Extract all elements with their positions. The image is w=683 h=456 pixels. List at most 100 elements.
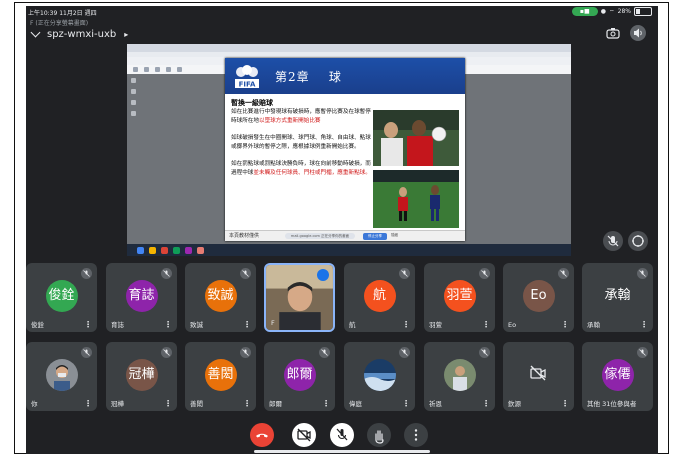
others-count-label: 其他 31位參與者	[587, 400, 637, 408]
participant-tile[interactable]: 欽源 ⋮	[503, 342, 574, 411]
svg-text:FIFA: FIFA	[239, 81, 256, 89]
mic-off-icon	[558, 268, 569, 279]
taskbar-icon	[173, 246, 180, 254]
participant-name: 育誌	[111, 321, 124, 329]
mic-off-icon	[240, 268, 251, 279]
avatar: 善閎	[204, 358, 237, 391]
slide-title: 第2章 球	[275, 70, 342, 84]
participant-tile[interactable]: 俊銓 俊銓 ⋮	[26, 263, 97, 332]
more-options-icon[interactable]: ⋮	[640, 321, 648, 329]
slide-paragraph: 如球破損發生在中圈開球、球門球、角球、自由球、點球或擲界外球的暫停之際，應根據球…	[231, 135, 371, 150]
toolbar-icon	[155, 67, 160, 72]
participant-tile[interactable]: 冠樺 冠樺 ⋮	[106, 342, 177, 411]
screen-share-view[interactable]: FIFA 第2章 球 暫換一級賠球 如在比賽進行中發現球有破損時，應暫停比賽及在…	[127, 44, 571, 256]
presenting-note: F (正在分享螢幕畫面)	[30, 20, 89, 27]
meeting-code[interactable]: spz-wmxi-uxb	[47, 29, 116, 40]
share-notice-bar: 本頁教材僅供 mail.google.com 正在分享你的畫面 停止分享 隱藏	[225, 230, 465, 241]
presenter-mute-icon	[603, 231, 623, 251]
participant-name: 欽源	[508, 400, 521, 408]
participant-tile[interactable]: 致誠 致誠 ⋮	[185, 263, 256, 332]
more-options-icon[interactable]: ⋮	[243, 400, 251, 408]
taskbar-icon	[137, 246, 144, 254]
taskbar-icon	[149, 246, 156, 254]
shared-taskbar	[127, 244, 571, 256]
avatar: 郎爾	[283, 358, 316, 391]
referee-photo	[373, 110, 459, 166]
more-options-icon[interactable]: ⋮	[482, 321, 490, 329]
participant-tile[interactable]: 善閎 善閎 ⋮	[185, 342, 256, 411]
participant-tile[interactable]: 郎爾 郎爾 ⋮	[264, 342, 335, 411]
toolbar-icon	[177, 67, 182, 72]
avatar: 致誠	[204, 279, 237, 312]
participant-tile[interactable]: 承翰 承翰 ⋮	[582, 263, 653, 332]
meeting-code-bar[interactable]: spz-wmxi-uxb ▸	[30, 27, 128, 41]
participant-tile-self[interactable]: 你 ⋮	[26, 342, 97, 411]
wifi-icon: ⌔	[609, 8, 615, 16]
speaker-icon[interactable]	[630, 25, 646, 41]
hide-notice-button[interactable]: 隱藏	[391, 233, 398, 238]
participant-tile[interactable]: Eo Eo ⋮	[503, 263, 574, 332]
hang-up-button[interactable]	[250, 423, 274, 447]
participant-tile-presenter[interactable]: F	[264, 263, 335, 332]
more-options-icon[interactable]: ⋮	[561, 321, 569, 329]
more-options-button[interactable]	[404, 423, 428, 447]
participant-name: Eo	[508, 321, 517, 329]
camera-toggle-button[interactable]	[292, 423, 316, 447]
more-options-icon[interactable]: ⋮	[482, 400, 490, 408]
participant-name: 致誠	[190, 321, 203, 329]
more-options-icon[interactable]: ⋮	[322, 400, 330, 408]
slide-paragraph: 如在比賽進行中發現球有破損時，應暫停比賽及在球暫停時球所在地以墜球方式重新開始比…	[231, 109, 371, 124]
avatar	[363, 358, 396, 391]
participant-name: 航	[349, 321, 356, 329]
switch-camera-icon[interactable]	[606, 27, 620, 39]
fullscreen-icon[interactable]	[628, 231, 648, 251]
avatar: 羽萱	[443, 279, 476, 312]
meet-screen: 上午10:39 11月2日 週四 ▪■ ● ⌔ 28% F (正在分享螢幕畫面)…	[26, 6, 658, 454]
footer-note: 本頁教材僅供	[229, 233, 260, 239]
stop-sharing-button[interactable]: 停止分享	[363, 232, 387, 240]
home-indicator[interactable]	[254, 450, 430, 453]
participant-name: 偉庭	[349, 400, 362, 408]
presentation-slide: FIFA 第2章 球 暫換一級賠球 如在比賽進行中發現球有破損時，應暫停比賽及在…	[225, 58, 465, 241]
mic-off-icon	[399, 268, 410, 279]
avatar: Eo	[522, 279, 555, 312]
more-options-icon[interactable]: ⋮	[402, 321, 410, 329]
status-time: 上午10:39 11月2日 週四	[28, 10, 97, 17]
more-options-icon[interactable]: ⋮	[84, 321, 92, 329]
window-titlebar	[127, 44, 571, 52]
participant-name: F	[271, 319, 275, 327]
pdf-side-tools	[131, 78, 137, 116]
status-bar: 上午10:39 11月2日 週四 ▪■ ● ⌔ 28%	[26, 6, 658, 18]
mic-off-icon	[479, 347, 490, 358]
avatar: 傢僊	[601, 358, 634, 391]
slide-section-title: 暫換一級賠球	[231, 98, 273, 107]
chevron-right-icon[interactable]: ▸	[124, 30, 128, 39]
participant-tile[interactable]: 航 航 ⋮	[344, 263, 415, 332]
raise-hand-button[interactable]	[367, 423, 391, 447]
more-options-icon[interactable]: ⋮	[243, 321, 251, 329]
mic-off-icon	[81, 268, 92, 279]
participant-name: 你	[31, 400, 38, 408]
more-options-icon[interactable]: ⋮	[164, 400, 172, 408]
participant-name: 羽萱	[429, 321, 442, 329]
more-options-icon[interactable]: ⋮	[84, 400, 92, 408]
participant-tile[interactable]: 羽萱 羽萱 ⋮	[424, 263, 495, 332]
avatar: 承翰	[601, 279, 634, 312]
mic-toggle-button[interactable]	[330, 423, 354, 447]
participant-tile[interactable]: 祈恩 ⋮	[424, 342, 495, 411]
location-icon: ●	[600, 8, 607, 15]
avatar: 航	[363, 279, 396, 312]
chevron-down-icon[interactable]	[30, 27, 41, 37]
participant-tile[interactable]: 偉庭 ⋮	[344, 342, 415, 411]
top-right-icons	[606, 25, 646, 41]
others-tile[interactable]: 傢僊 其他 31位參與者	[582, 342, 653, 411]
more-options-icon[interactable]: ⋮	[164, 321, 172, 329]
mic-off-icon	[637, 347, 648, 358]
participant-tile[interactable]: 育誌 育誌 ⋮	[106, 263, 177, 332]
toolbar-icon	[133, 67, 138, 72]
more-options-icon[interactable]: ⋮	[561, 400, 569, 408]
camera-indicator-icon: ▪■	[571, 7, 598, 16]
taskbar-icon	[161, 246, 168, 254]
toolbar-icon	[144, 67, 149, 72]
more-options-icon[interactable]: ⋮	[402, 400, 410, 408]
